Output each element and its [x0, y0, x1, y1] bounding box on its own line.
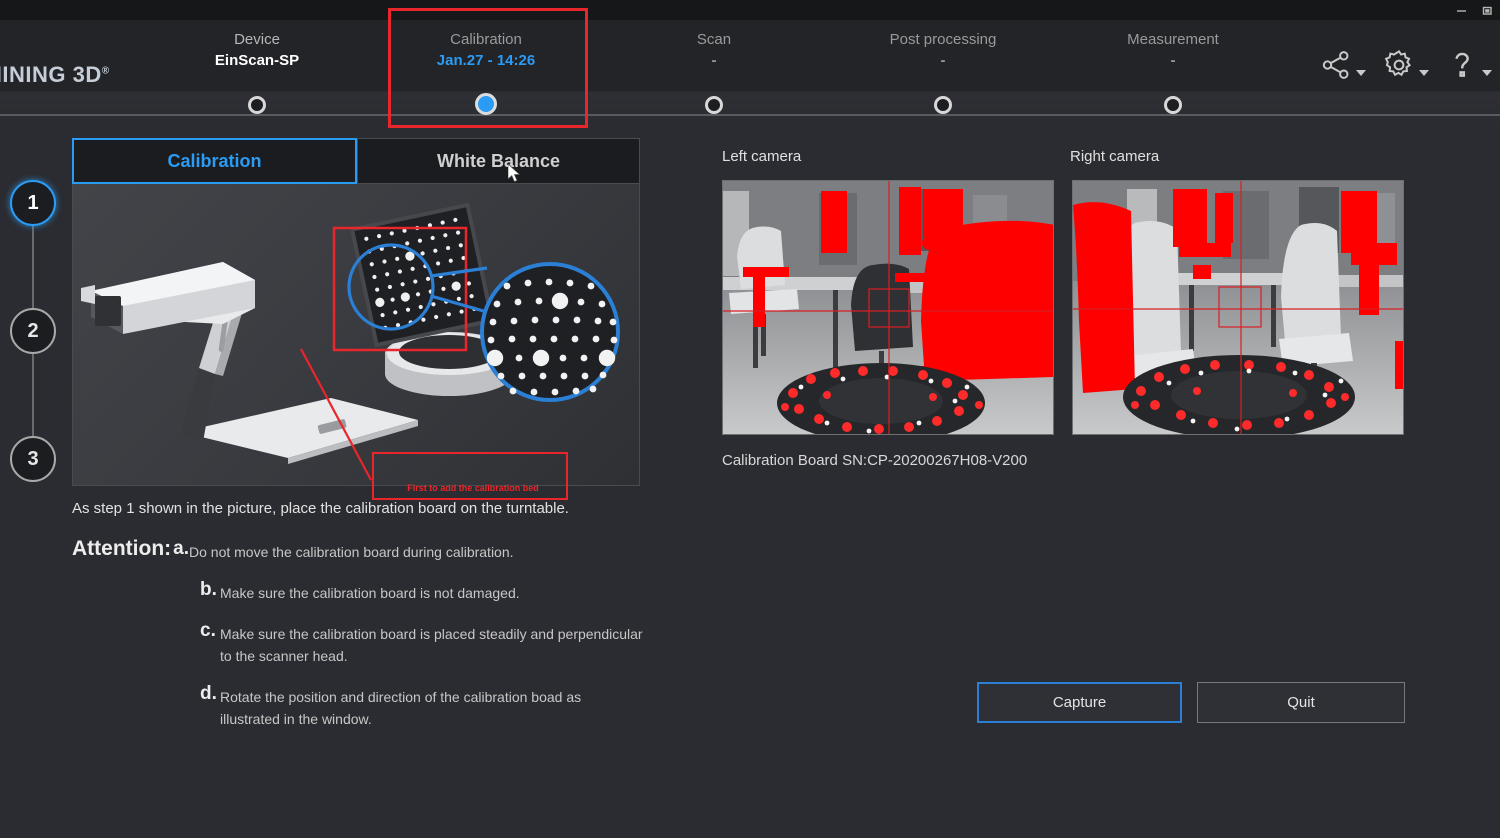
step-nav-scan[interactable]: Scan -	[614, 30, 814, 114]
tab-label: Calibration	[167, 150, 262, 171]
attention-label: Attention:	[72, 537, 172, 560]
tab-calibration[interactable]: Calibration	[72, 138, 357, 184]
step-dot	[1164, 96, 1182, 114]
instructions-panel: As step 1 shown in the picture, place th…	[72, 498, 652, 746]
right-camera-preview[interactable]	[1072, 180, 1404, 435]
step-title: Scan	[696, 31, 732, 48]
right-camera-label: Right camera	[1070, 148, 1160, 165]
illustration-annotation-text: First to add the calibration bed	[407, 483, 539, 493]
quit-button[interactable]: Quit	[1197, 682, 1405, 723]
capture-button-label: Capture	[1052, 694, 1107, 711]
step-nav-device[interactable]: Device EinScan-SP	[157, 30, 357, 114]
step-dot	[248, 96, 266, 114]
share-menu[interactable]	[1319, 48, 1366, 82]
attention-item-d: d. Rotate the position and direction of …	[72, 683, 652, 730]
chevron-down-icon	[1356, 70, 1366, 76]
minimize-button[interactable]	[1448, 0, 1474, 20]
calibration-board-sn: Calibration Board SN:CP-20200267H08-V200	[722, 452, 1028, 469]
mouse-cursor	[507, 163, 522, 189]
tab-label: White Balance	[436, 150, 561, 171]
capture-button[interactable]: Capture	[977, 682, 1182, 723]
step-dot	[475, 93, 497, 115]
calibration-step-rail: 1 2 3	[10, 180, 56, 490]
step-nav-calibration[interactable]: Calibration Jan.27 - 14:26	[386, 30, 586, 115]
quit-button-label: Quit	[1287, 694, 1315, 711]
chevron-down-icon	[1482, 70, 1492, 76]
attention-item-b: b. Make sure the calibration board is no…	[72, 579, 652, 604]
step-subtitle: -	[940, 52, 946, 69]
step-title: Calibration	[450, 31, 522, 48]
left-camera-preview[interactable]	[722, 180, 1054, 435]
step-title: Measurement	[1127, 31, 1219, 48]
calibration-tabs: Calibration White Balance	[72, 138, 640, 184]
left-camera-feed	[723, 181, 1053, 434]
calibration-illustration	[72, 184, 640, 486]
attention-item-a: Attention: a. Do not move the calibratio…	[72, 538, 652, 563]
attention-text: Do not move the calibration board during…	[189, 544, 514, 560]
step-subtitle: -	[1170, 52, 1176, 69]
rail-step-number: 2	[27, 319, 39, 342]
attention-letter: c.	[200, 620, 216, 641]
step-dot	[934, 96, 952, 114]
attention-item-c: c. Make sure the calibration board is pl…	[72, 620, 652, 667]
app-header: HINING 3D® Device EinScan-SP Calibration…	[0, 8, 1500, 128]
attention-text: Rotate the position and direction of the…	[220, 689, 582, 727]
step-subtitle: Jan.27 - 14:26	[436, 52, 536, 69]
step-nav-post-processing[interactable]: Post processing -	[843, 30, 1043, 114]
header-icon-group	[1319, 48, 1492, 82]
window-titlebar	[0, 0, 1500, 20]
help-icon	[1455, 52, 1469, 77]
rail-step-3[interactable]: 3	[10, 436, 56, 482]
settings-menu[interactable]	[1382, 48, 1429, 82]
gear-icon	[1384, 50, 1412, 77]
tab-white-balance[interactable]: White Balance	[357, 138, 640, 184]
instruction-lead-text: As step 1 shown in the picture, place th…	[72, 500, 569, 517]
step-title: Post processing	[889, 31, 997, 48]
step-subtitle: -	[711, 52, 717, 69]
attention-letter: d.	[200, 683, 217, 704]
rail-step-number: 1	[27, 191, 39, 214]
step-nav: Device EinScan-SP Calibration Jan.27 - 1…	[0, 8, 1500, 128]
help-menu[interactable]	[1445, 48, 1492, 82]
attention-text: Make sure the calibration board is not d…	[220, 585, 520, 601]
rail-step-1[interactable]: 1	[10, 180, 56, 226]
step-subtitle: EinScan-SP	[214, 52, 300, 69]
attention-letter: a.	[173, 538, 189, 559]
rail-step-number: 3	[27, 447, 39, 470]
left-camera-label: Left camera	[722, 148, 802, 165]
attention-text: Make sure the calibration board is place…	[220, 626, 643, 664]
scanner-setup-diagram	[81, 202, 620, 481]
share-icon	[1322, 51, 1349, 79]
attention-letter: b.	[200, 579, 217, 600]
rail-step-2[interactable]: 2	[10, 308, 56, 354]
right-camera-feed	[1073, 181, 1403, 434]
maximize-button[interactable]	[1474, 0, 1500, 20]
step-dot	[705, 96, 723, 114]
step-nav-measurement[interactable]: Measurement -	[1073, 30, 1273, 114]
chevron-down-icon	[1419, 70, 1429, 76]
step-title: Device	[234, 31, 280, 48]
